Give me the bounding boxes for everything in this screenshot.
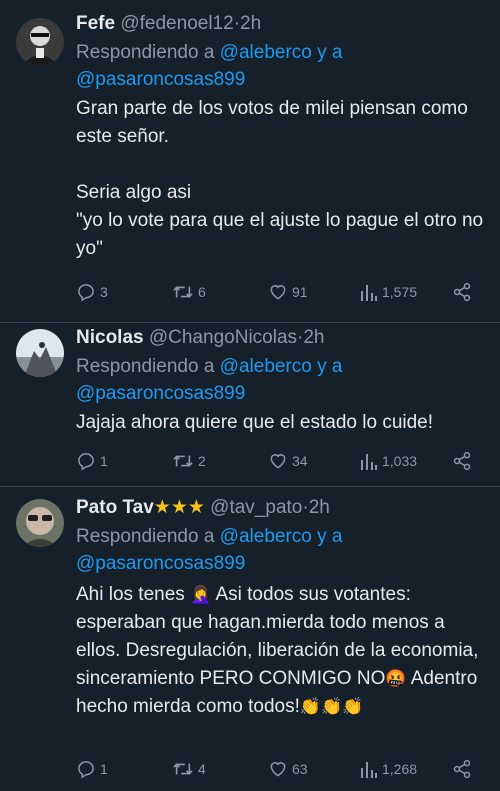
avatar-image bbox=[16, 499, 64, 547]
share-icon bbox=[453, 759, 471, 779]
reply-button[interactable]: 1 bbox=[76, 759, 108, 779]
reply-prefix: Respondiendo a bbox=[76, 356, 215, 377]
tweet-header: Nicolas @ChangoNicolas·2h bbox=[76, 326, 486, 350]
share-button[interactable] bbox=[452, 451, 472, 471]
like-count: 34 bbox=[292, 453, 308, 469]
reply-and[interactable]: y a bbox=[317, 526, 342, 547]
tweet[interactable]: Pato Tav★★★ @tav_pato·2h Respondiendo a … bbox=[0, 487, 500, 791]
timestamp[interactable]: 2h bbox=[240, 13, 261, 34]
angry-emoji-icon: 🤬 bbox=[385, 669, 407, 688]
tweet[interactable]: Nicolas @ChangoNicolas·2h Respondiendo a… bbox=[0, 323, 500, 487]
star-emoji-icon: ★★★ bbox=[153, 497, 205, 518]
retweet-count: 4 bbox=[198, 761, 206, 777]
share-button[interactable] bbox=[452, 282, 472, 302]
tweet-text: Jajaja ahora quiere que el estado lo cui… bbox=[76, 412, 434, 433]
tweet-text: Ahi los tenes 🤦‍♀️ Asi todos sus votante… bbox=[76, 581, 486, 721]
mention-link[interactable]: @pasaroncosas899 bbox=[76, 553, 245, 574]
display-name[interactable]: Fefe bbox=[76, 13, 115, 34]
view-count: 1,575 bbox=[382, 284, 418, 300]
timestamp[interactable]: 2h bbox=[303, 327, 324, 348]
mention-link[interactable]: @aleberco bbox=[220, 42, 312, 63]
reply-context: Respondiendo a @aleberco y a @pasaroncos… bbox=[76, 523, 486, 577]
reply-icon bbox=[78, 761, 94, 779]
share-icon bbox=[453, 451, 471, 471]
retweet-button[interactable]: 6 bbox=[172, 282, 206, 302]
tweet-header: Pato Tav★★★ @tav_pato·2h bbox=[76, 496, 486, 520]
retweet-count: 2 bbox=[198, 453, 206, 469]
reply-count: 1 bbox=[100, 761, 108, 777]
mention-link[interactable]: @aleberco bbox=[220, 356, 312, 377]
action-bar: 1 2 34 1,033 bbox=[76, 449, 486, 473]
like-button[interactable]: 91 bbox=[268, 282, 308, 302]
retweet-count: 6 bbox=[198, 284, 206, 300]
reply-context: Respondiendo a @aleberco y a @pasaroncos… bbox=[76, 39, 486, 93]
avatar-image bbox=[16, 18, 64, 66]
reply-count: 3 bbox=[100, 284, 108, 300]
like-button[interactable]: 63 bbox=[268, 759, 308, 779]
views-button[interactable]: 1,033 bbox=[360, 451, 417, 471]
like-count: 91 bbox=[292, 284, 308, 300]
reply-prefix: Respondiendo a bbox=[76, 42, 215, 63]
like-button[interactable]: 34 bbox=[268, 451, 308, 471]
retweet-button[interactable]: 2 bbox=[172, 451, 206, 471]
reply-icon bbox=[78, 284, 94, 302]
tweet-text-part: Ahi los tenes bbox=[76, 584, 185, 605]
retweet-button[interactable]: 4 bbox=[172, 759, 206, 779]
action-bar: 3 6 91 1,575 bbox=[76, 280, 486, 304]
mention-link[interactable]: @pasaroncosas899 bbox=[76, 69, 245, 90]
views-icon bbox=[361, 285, 377, 301]
handle[interactable]: @tav_pato bbox=[210, 497, 302, 518]
view-count: 1,033 bbox=[382, 453, 418, 469]
retweet-icon bbox=[173, 763, 193, 775]
mention-link[interactable]: @pasaroncosas899 bbox=[76, 383, 245, 404]
mention-link[interactable]: @aleberco bbox=[220, 526, 312, 547]
avatar[interactable] bbox=[16, 18, 64, 66]
tweet[interactable]: Fefe @fedenoel12·2h Respondiendo a @aleb… bbox=[0, 0, 500, 323]
share-icon bbox=[453, 282, 471, 302]
heart-icon bbox=[270, 285, 286, 300]
views-button[interactable]: 1,268 bbox=[360, 759, 417, 779]
reply-button[interactable]: 1 bbox=[76, 451, 108, 471]
reply-count: 1 bbox=[100, 453, 108, 469]
views-button[interactable]: 1,575 bbox=[360, 282, 417, 302]
reply-button[interactable]: 3 bbox=[76, 282, 108, 302]
view-count: 1,268 bbox=[382, 761, 418, 777]
heart-icon bbox=[270, 762, 286, 777]
tweet-text: Gran parte de los votos de milei piensan… bbox=[76, 98, 484, 259]
reply-and[interactable]: y a bbox=[317, 356, 342, 377]
heart-icon bbox=[270, 454, 286, 469]
reply-prefix: Respondiendo a bbox=[76, 526, 215, 547]
facepalm-emoji-icon: 🤦‍♀️ bbox=[190, 585, 212, 604]
retweet-icon bbox=[173, 455, 193, 467]
action-bar: 1 4 63 1,268 bbox=[76, 757, 486, 781]
clap-emoji-icon: 👏👏👏 bbox=[299, 697, 364, 716]
display-name[interactable]: Nicolas bbox=[76, 327, 144, 348]
avatar[interactable] bbox=[16, 329, 64, 377]
reply-context: Respondiendo a @aleberco y a @pasaroncos… bbox=[76, 353, 486, 407]
views-icon bbox=[361, 762, 377, 778]
handle[interactable]: @ChangoNicolas bbox=[149, 327, 297, 348]
reply-and[interactable]: y a bbox=[317, 42, 342, 63]
views-icon bbox=[361, 454, 377, 470]
reply-icon bbox=[78, 453, 94, 471]
avatar-image bbox=[16, 329, 64, 377]
timestamp[interactable]: 2h bbox=[309, 497, 330, 518]
tweet-header: Fefe @fedenoel12·2h bbox=[76, 12, 486, 36]
handle[interactable]: @fedenoel12 bbox=[120, 13, 233, 34]
retweet-icon bbox=[173, 286, 193, 298]
display-name[interactable]: Pato Tav bbox=[76, 497, 154, 518]
share-button[interactable] bbox=[452, 759, 472, 779]
avatar[interactable] bbox=[16, 499, 64, 547]
like-count: 63 bbox=[292, 761, 308, 777]
